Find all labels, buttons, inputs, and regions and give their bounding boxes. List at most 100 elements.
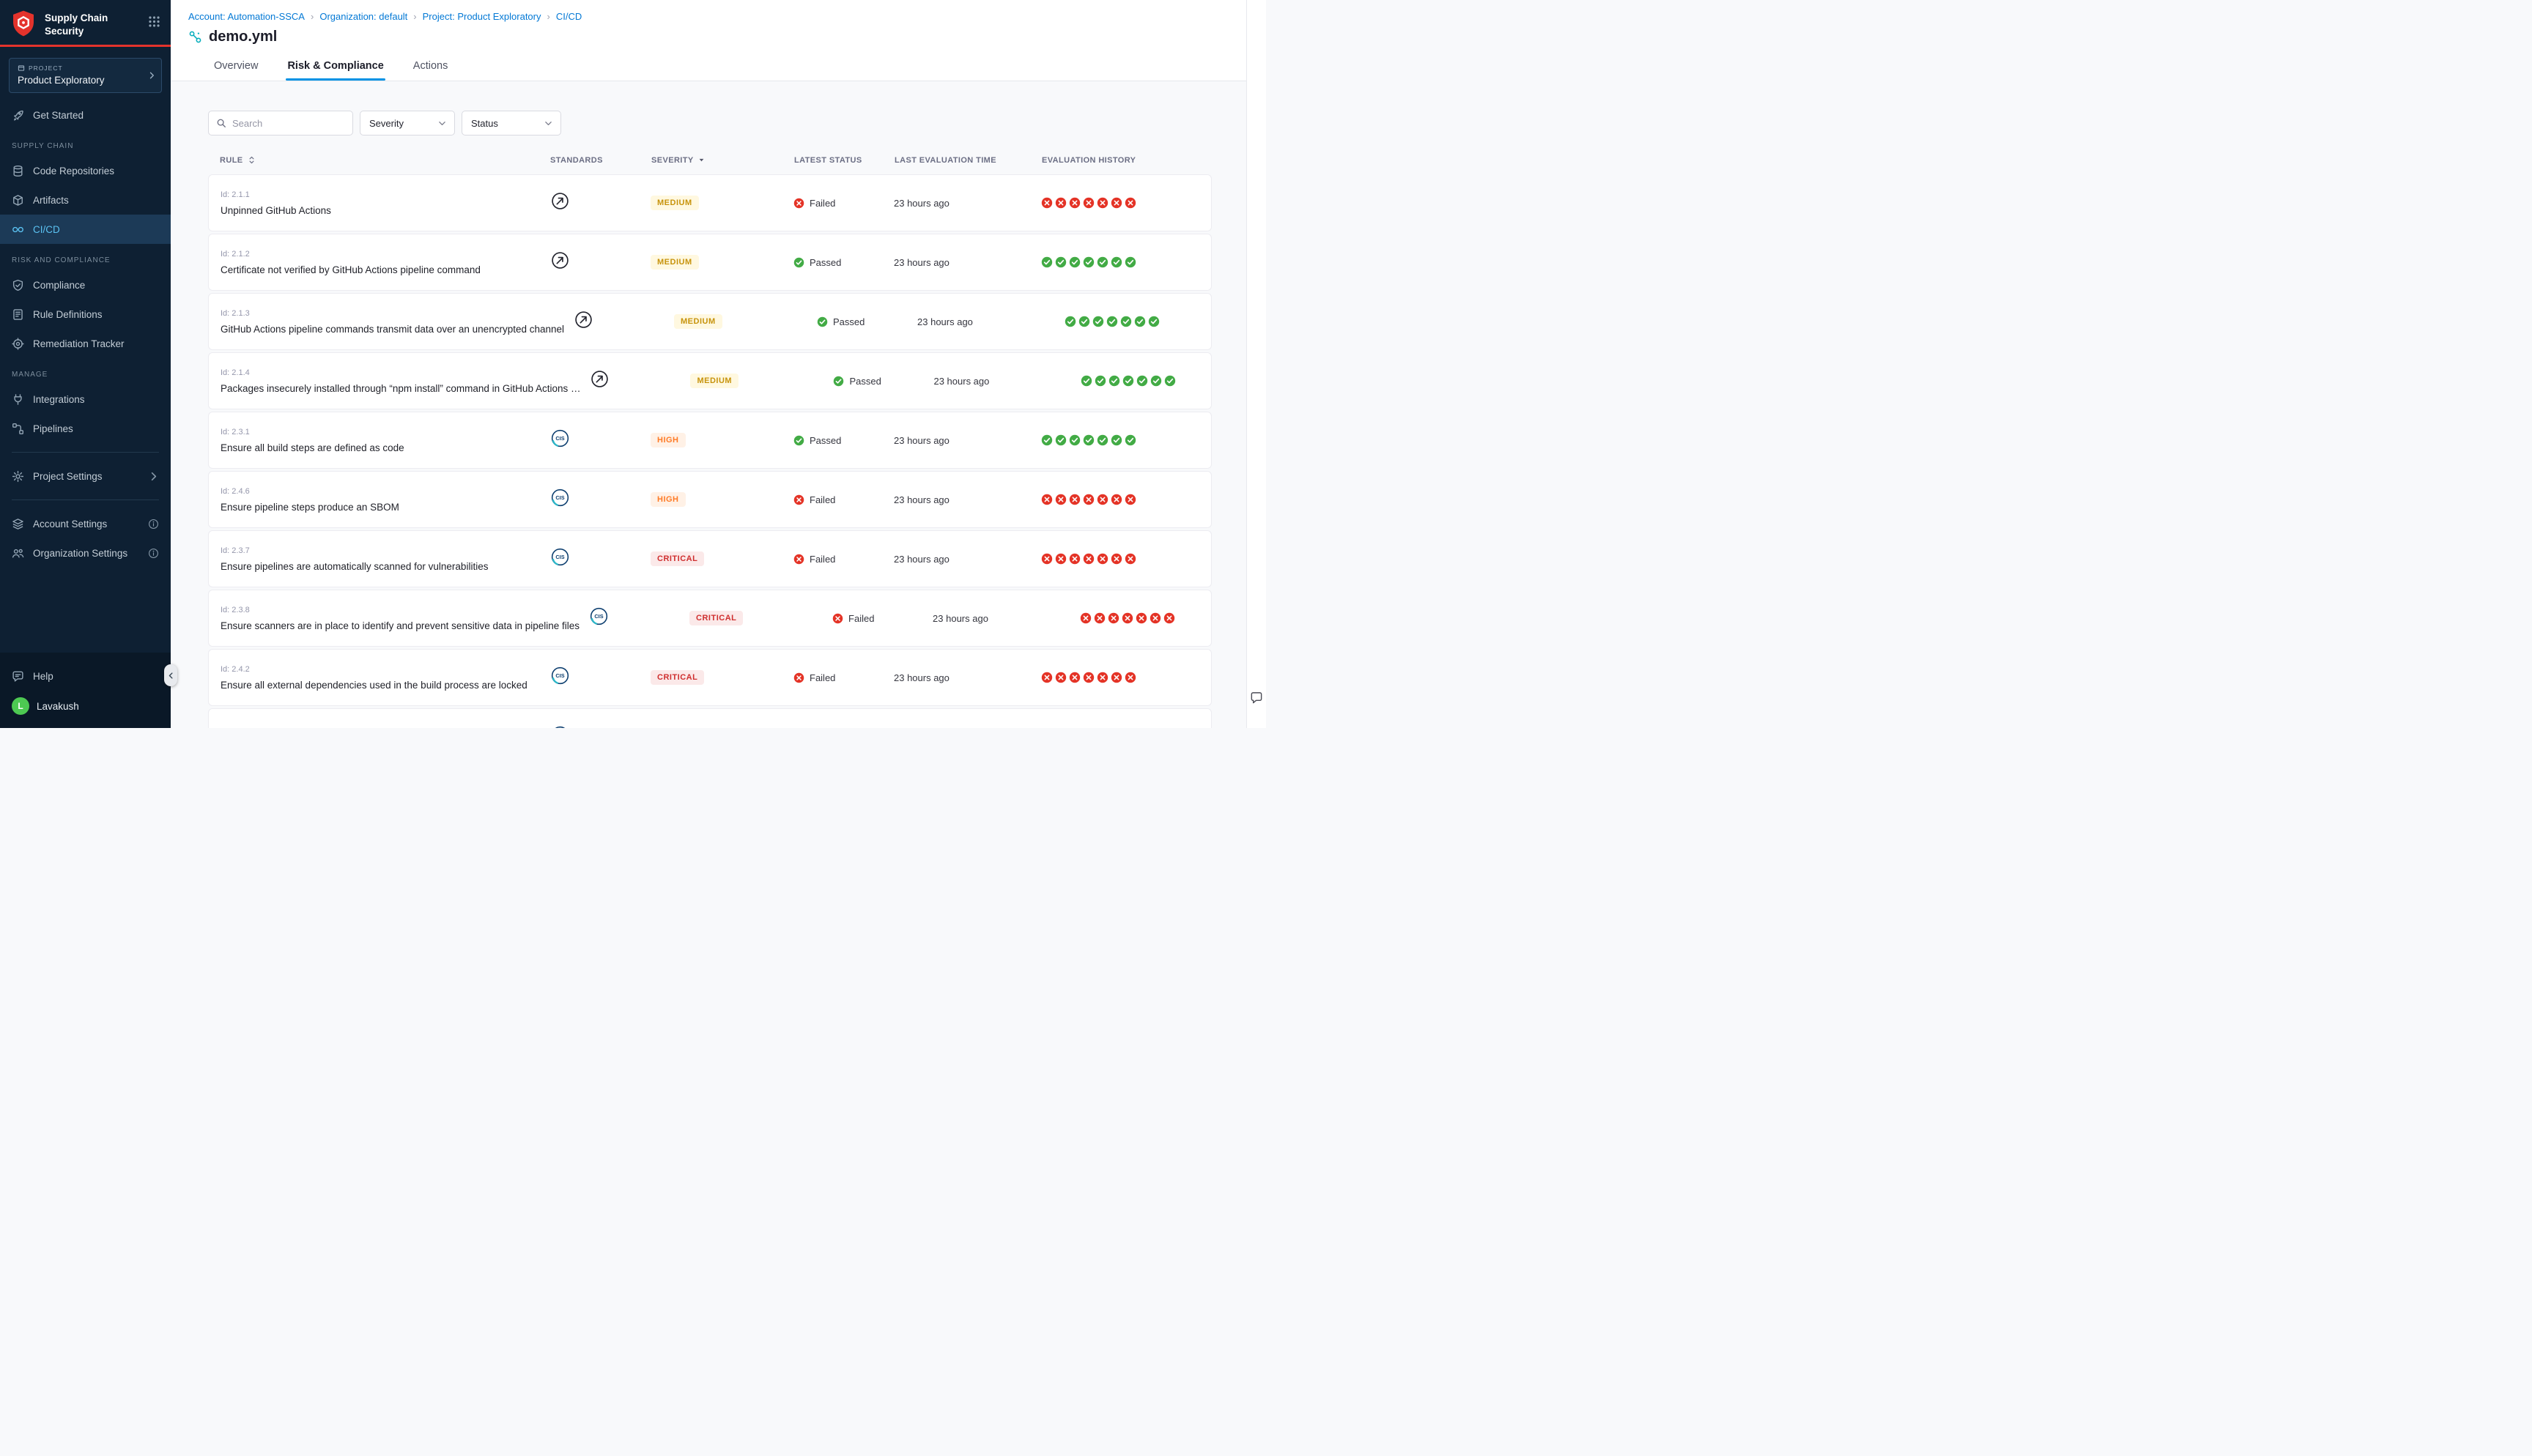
fail-x-icon [1041,672,1053,683]
table-row[interactable]: Id: 2.1.4 Packages insecurely installed … [208,352,1212,409]
status-cell: Failed [793,198,894,209]
fail-circle-icon [793,672,804,683]
breadcrumb-link-account-automation-ssca[interactable]: Account: Automation-SSCA [188,11,305,22]
fail-x-icon [1069,553,1081,565]
standards-cell [589,370,690,392]
evaluation-history [1041,672,1199,683]
fail-x-icon [1150,612,1161,624]
project-label: PROJECT [29,64,63,72]
sidebar-item-organization-settings[interactable]: Organization Settings [0,538,171,568]
search-input[interactable] [232,118,345,129]
breadcrumb-link-organization-default[interactable]: Organization: default [319,11,407,22]
fail-x-icon [1055,672,1067,683]
rule-id: Id: 2.4.6 [221,487,549,496]
content: Severity Status RULE STANDARDS SEVERITY … [171,81,1246,728]
sidebar-item-account-settings[interactable]: Account Settings [0,509,171,538]
severity-filter-dropdown[interactable]: Severity [360,111,455,135]
chat-support-icon[interactable] [1250,691,1264,705]
fail-x-icon [1055,494,1067,505]
status-cell: Passed [817,316,917,327]
table-row[interactable]: Id: 2.4.2 Ensure all external dependenci… [208,649,1212,706]
pass-check-icon [1122,375,1134,387]
table-row[interactable]: Id: 2.1.3 GitHub Actions pipeline comman… [208,293,1212,350]
fail-x-icon [1069,494,1081,505]
table-row[interactable]: Id: 2.1.2 Certificate not verified by Gi… [208,234,1212,291]
artifacts-icon [12,194,24,207]
standards-cell [549,192,651,214]
status-label: Passed [849,376,881,387]
rules-table-body: Id: 2.1.1 Unpinned GitHub Actions MEDIUM… [208,174,1212,728]
rule-cell: Id: 2.3.7 Ensure pipelines are automatic… [221,546,549,572]
pass-check-icon [1134,316,1146,327]
sidebar-item-help[interactable]: Help [0,661,171,691]
table-row[interactable]: Id: 2.4.6 Ensure pipeline steps produce … [208,471,1212,528]
divider [12,499,159,500]
organization-settings-icon [12,547,24,560]
sidebar-item-artifacts[interactable]: Artifacts [0,185,171,215]
sidebar-item-ci-cd[interactable]: CI/CD [0,215,171,244]
sidebar-item-rule-definitions[interactable]: Rule Definitions [0,300,171,329]
compliance-shield-icon [12,279,24,291]
project-selector[interactable]: PROJECT Product Exploratory [9,58,162,93]
chevron-down-icon [437,119,447,128]
breadcrumb-separator: › [413,11,416,22]
fail-x-icon [1111,197,1122,209]
cis-icon: CIS [551,548,569,566]
fail-x-icon [1125,197,1136,209]
info-icon[interactable] [148,548,159,559]
column-last-evaluation-time: LAST EVALUATION TIME [895,156,996,165]
breadcrumb-link-project-product-exploratory[interactable]: Project: Product Exploratory [423,11,541,22]
pass-check-icon [1078,316,1090,327]
table-header: RULE STANDARDS SEVERITY LATEST STATUS LA… [208,155,1212,165]
pass-circle-icon [817,316,828,327]
sidebar-collapse-handle[interactable] [164,664,177,686]
pass-check-icon [1095,375,1106,387]
svg-text:CIS: CIS [555,494,564,501]
sidebar-item-pipelines[interactable]: Pipelines [0,414,171,443]
sidebar-item-integrations[interactable]: Integrations [0,385,171,414]
tab-overview[interactable]: Overview [212,53,259,81]
user-menu[interactable]: L Lavakush [0,691,171,724]
main: Account: Automation-SSCA › Organization: d… [171,0,1246,728]
table-row[interactable]: Id: 2.1.1 Unpinned GitHub Actions MEDIUM… [208,174,1212,231]
svg-text:CIS: CIS [594,613,603,620]
sidebar-footer: Help L Lavakush [0,653,171,728]
sidebar-item-compliance[interactable]: Compliance [0,270,171,300]
sidebar-project-settings-group: Project Settings [0,461,171,491]
sidebar-item-label: Artifacts [33,195,69,206]
rule-cell: Id: 2.3.8 Ensure scanners are in place t… [221,606,588,631]
sidebar-item-remediation-tracker[interactable]: Remediation Tracker [0,329,171,358]
breadcrumb-link-ci-cd[interactable]: CI/CD [556,11,582,22]
severity-filter-label: Severity [369,118,404,129]
sidebar-item-get-started[interactable]: Get Started [0,100,171,130]
status-filter-dropdown[interactable]: Status [462,111,561,135]
pass-check-icon [1125,256,1136,268]
tab-actions[interactable]: Actions [412,53,450,81]
cis-icon: CIS [590,607,608,625]
sort-icon[interactable] [247,155,256,165]
fail-x-icon [1125,553,1136,565]
pass-check-icon [1069,434,1081,446]
module-grid-icon[interactable] [148,15,160,28]
status-label: Passed [810,257,841,268]
status-label: Failed [810,554,835,565]
fail-x-icon [1111,672,1122,683]
table-row[interactable]: Id: 2.3.8 Ensure scanners are in place t… [208,590,1212,647]
sidebar-item-code-repositories[interactable]: Code Repositories [0,156,171,185]
info-icon[interactable] [148,519,159,530]
severity-badge: MEDIUM [651,255,699,270]
sort-desc-icon[interactable] [697,156,706,164]
sidebar-item-label: Rule Definitions [33,309,103,320]
pipelines-icon [12,423,24,435]
table-row[interactable]: Id: 2.3.1 Ensure all build steps are def… [208,412,1212,469]
column-evaluation-history: EVALUATION HISTORY [1042,156,1136,165]
table-row[interactable]: Id: 2.3.7 Ensure pipelines are automatic… [208,530,1212,587]
sidebar-item-label: Organization Settings [33,548,127,559]
tab-risk-compliance[interactable]: Risk & Compliance [286,53,385,81]
brand-accent-line [0,45,171,47]
status-label: Failed [810,494,835,505]
supply-chain-security-logo-icon[interactable] [10,10,37,37]
sidebar-item-project-settings[interactable]: Project Settings [0,461,171,491]
chevron-left-icon [167,672,175,680]
table-row[interactable]: Id: 3.1.7 CIS CRITICAL Failed 23 hours a… [208,708,1212,728]
